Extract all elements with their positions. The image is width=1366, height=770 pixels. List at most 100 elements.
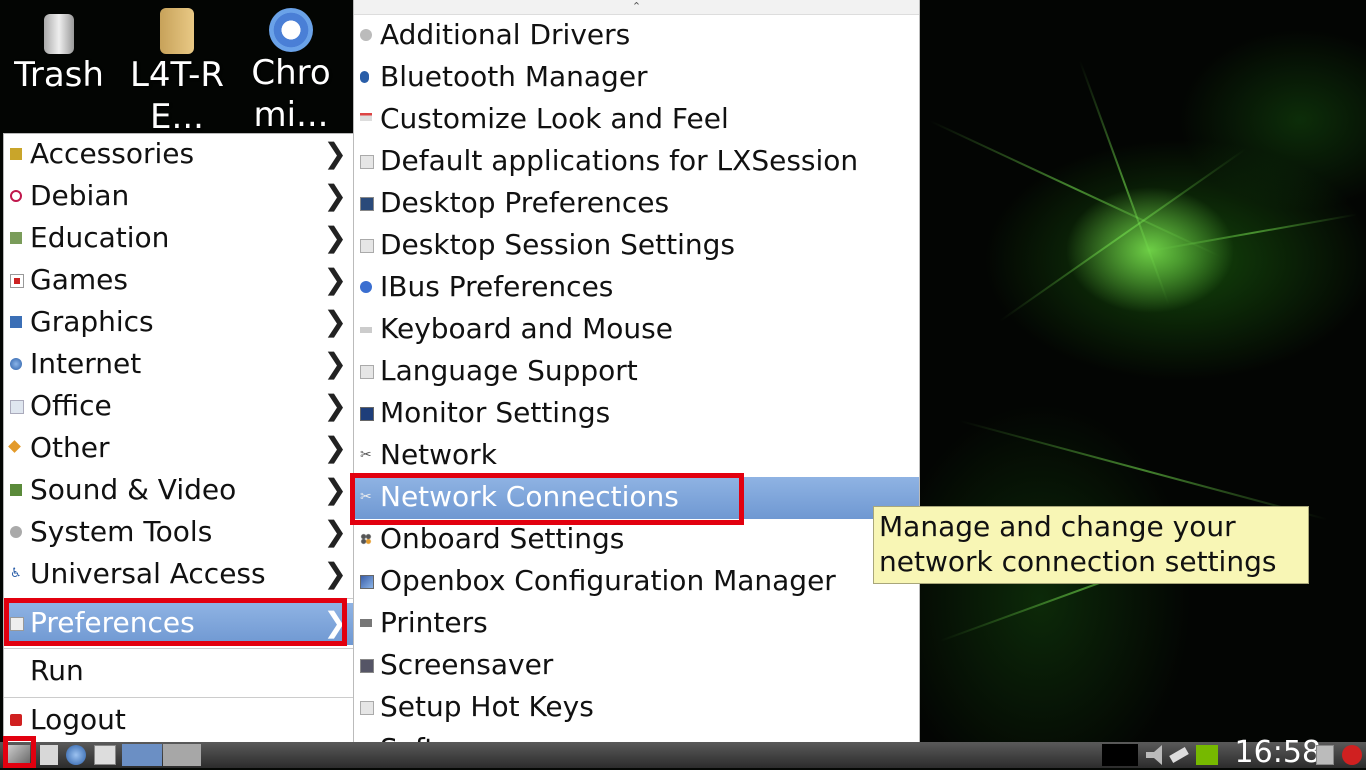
chevron-right-icon: ❯ [323,606,347,639]
menu-item-education[interactable]: Education ❯ [4,218,353,260]
submenu-item-monitor-settings[interactable]: Monitor Settings [354,393,919,435]
preferences-icon [10,617,24,631]
menu-item-label: Sound & Video [30,473,237,506]
universal-access-icon: ♿ [10,566,22,581]
menu-item-label: Preferences [30,606,195,639]
nvidia-icon[interactable] [1196,745,1218,765]
desktop-icon-label: L4T-RE... [129,55,225,137]
menu-item-system-tools[interactable]: System Tools ❯ [4,512,353,554]
submenu-item-network[interactable]: ✂ Network [354,435,919,477]
submenu-item-printers[interactable]: Printers [354,603,919,645]
tooltip: Manage and change your network connectio… [873,506,1309,584]
submenu-item-openbox-config[interactable]: Openbox Configuration Manager [354,561,919,603]
menu-item-label: Universal Access [30,557,266,590]
chevron-right-icon: ❯ [323,557,347,590]
show-desktop-icon[interactable] [94,745,116,765]
submenu-item-ibus-preferences[interactable]: IBus Preferences [354,267,919,309]
ibus-icon [360,281,372,293]
taskbar: 16:58 [0,736,1366,770]
menu-item-sound-video[interactable]: Sound & Video ❯ [4,470,353,512]
network-icon: ✂ [360,447,372,463]
file-manager-icon[interactable] [40,745,58,765]
submenu-item-customize-look[interactable]: Customize Look and Feel [354,99,919,141]
submenu-item-label: Network Connections [380,480,679,513]
desktop-icon-label: Chromi... [251,53,331,135]
menu-launcher-icon[interactable] [8,745,30,765]
menu-separator [4,697,353,698]
screensaver-icon [360,659,374,673]
office-icon [10,400,24,414]
main-menu: Accessories ❯ Debian ❯ Education ❯ Games… [3,133,354,744]
menu-item-label: Accessories [30,137,195,170]
menu-separator [4,598,353,599]
language-icon [360,365,374,379]
volume-icon[interactable] [1146,745,1162,765]
submenu-item-setup-hot-keys[interactable]: Setup Hot Keys [354,687,919,729]
menu-separator [4,648,353,649]
wallpaper-streak [929,120,1221,258]
menu-item-label: Office [30,389,112,422]
menu-item-label: Debian [30,179,130,212]
submenu-item-keyboard-mouse[interactable]: Keyboard and Mouse [354,309,919,351]
menu-item-label: Games [30,263,128,296]
other-icon [8,440,21,453]
submenu-item-desktop-preferences[interactable]: Desktop Preferences [354,183,919,225]
submenu-item-label: Default applications for LXSession [380,144,859,177]
desktop-icon-chromium[interactable]: Chromi... [236,8,346,136]
preferences-submenu: ⌃ Additional Drivers Bluetooth Manager C… [353,0,920,768]
submenu-item-additional-drivers[interactable]: Additional Drivers [354,15,919,57]
menu-item-label: Graphics [30,305,154,338]
chevron-right-icon: ❯ [323,137,347,170]
desktop-icon-label: Trash [14,55,104,95]
submenu-item-network-connections[interactable]: ✂ Network Connections [354,477,919,519]
submenu-item-label: IBus Preferences [380,270,614,303]
chevron-right-icon: ❯ [323,347,347,380]
scroll-up-arrow[interactable]: ⌃ [354,0,919,15]
screen-lock-icon[interactable] [1316,745,1334,765]
trash-icon [44,14,74,54]
menu-item-games[interactable]: Games ❯ [4,260,353,302]
debian-icon [10,190,22,202]
monitor-icon [360,407,374,421]
menu-item-universal-access[interactable]: ♿ Universal Access ❯ [4,554,353,596]
workspace-2[interactable] [163,744,201,766]
menu-item-debian[interactable]: Debian ❯ [4,176,353,218]
submenu-item-language-support[interactable]: Language Support [354,351,919,393]
appearance-icon [360,113,372,121]
submenu-item-label: Openbox Configuration Manager [380,564,836,597]
menu-item-label: Education [30,221,170,254]
menu-item-logout[interactable]: Logout [4,700,353,742]
drivers-icon [360,29,372,41]
menu-item-preferences[interactable]: Preferences ❯ [4,603,353,645]
menu-item-other[interactable]: Other ❯ [4,428,353,470]
tooltip-line: Manage and change your [879,510,1236,543]
clock[interactable]: 16:58 [1235,736,1321,770]
menu-item-internet[interactable]: Internet ❯ [4,344,353,386]
submenu-item-label: Printers [380,606,488,639]
menu-item-graphics[interactable]: Graphics ❯ [4,302,353,344]
submenu-item-bluetooth-manager[interactable]: Bluetooth Manager [354,57,919,99]
desktop-icon-trash[interactable]: Trash [4,8,114,138]
power-icon[interactable] [1342,745,1362,765]
hotkeys-icon [360,701,374,715]
desktop-icon-l4t[interactable]: L4T-RE... [122,8,232,138]
wallpaper-streak [1079,60,1170,306]
menu-item-accessories[interactable]: Accessories ❯ [4,134,353,176]
submenu-item-label: Language Support [380,354,638,387]
submenu-item-screensaver[interactable]: Screensaver [354,645,919,687]
submenu-item-default-applications[interactable]: Default applications for LXSession [354,141,919,183]
submenu-item-onboard-settings[interactable]: Onboard Settings [354,519,919,561]
submenu-item-desktop-session-settings[interactable]: Desktop Session Settings [354,225,919,267]
browser-icon[interactable] [66,745,86,765]
bluetooth-icon [360,71,369,83]
openbox-icon [360,575,374,589]
submenu-item-label: Additional Drivers [380,18,631,51]
menu-item-run[interactable]: Run [4,651,353,693]
menu-item-office[interactable]: Office ❯ [4,386,353,428]
network-tray-icon[interactable] [1169,747,1189,763]
menu-item-label: Other [30,431,110,464]
tooltip-line: network connection settings [879,545,1277,578]
onboard-icon [360,533,372,545]
workspace-1[interactable] [122,744,162,766]
internet-icon [10,358,22,370]
